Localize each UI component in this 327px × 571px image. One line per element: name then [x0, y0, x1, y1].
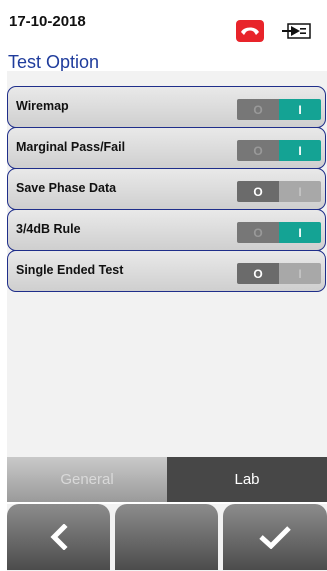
3-4db-rule-toggle[interactable]: O I — [237, 222, 321, 243]
options-list: Wiremap O I Marginal Pass/Fail O I Save … — [7, 71, 327, 457]
option-label: Save Phase Data — [16, 181, 117, 195]
nav-bar — [7, 504, 327, 571]
toggle-off-label: O — [237, 140, 279, 161]
tab-general[interactable]: General — [7, 457, 167, 502]
date-display: 17-10-2018 — [9, 13, 86, 30]
phone-hangup-icon — [236, 20, 264, 42]
option-label: Marginal Pass/Fail — [16, 140, 126, 154]
toggle-on-label: I — [279, 181, 321, 202]
toggle-on-label: I — [279, 140, 321, 161]
blank-button[interactable] — [115, 504, 218, 570]
option-label: Single Ended Test — [16, 263, 124, 277]
page-title: Test Option — [8, 52, 100, 72]
checkmark-icon — [259, 526, 291, 549]
option-label: 3/4dB Rule — [16, 222, 81, 236]
wiremap-toggle[interactable]: O I — [237, 99, 321, 120]
status-bar: 17-10-2018 — [0, 0, 327, 50]
option-label: Wiremap — [16, 99, 69, 113]
back-chevron-icon — [49, 524, 68, 550]
power-plug-icon — [282, 23, 311, 39]
option-row-marginal-pass-fail: Marginal Pass/Fail O I — [7, 127, 326, 169]
toggle-off-label: O — [237, 99, 279, 120]
marginal-pass-fail-toggle[interactable]: O I — [237, 140, 321, 161]
toggle-off-label: O — [237, 222, 279, 243]
toggle-on-label: I — [279, 263, 321, 284]
option-row-wiremap: Wiremap O I — [7, 86, 326, 128]
toggle-on-label: I — [279, 99, 321, 120]
toggle-off-label: O — [237, 181, 279, 202]
save-phase-data-toggle[interactable]: O I — [237, 181, 321, 202]
tab-bar: General Lab — [7, 457, 327, 502]
back-button[interactable] — [7, 504, 110, 570]
single-ended-test-toggle[interactable]: O I — [237, 263, 321, 284]
option-row-save-phase-data: Save Phase Data O I — [7, 168, 326, 210]
tab-lab[interactable]: Lab — [167, 457, 327, 502]
confirm-button[interactable] — [223, 504, 327, 570]
option-row-single-ended-test: Single Ended Test O I — [7, 250, 326, 292]
toggle-on-label: I — [279, 222, 321, 243]
toggle-off-label: O — [237, 263, 279, 284]
option-row-3-4db-rule: 3/4dB Rule O I — [7, 209, 326, 251]
